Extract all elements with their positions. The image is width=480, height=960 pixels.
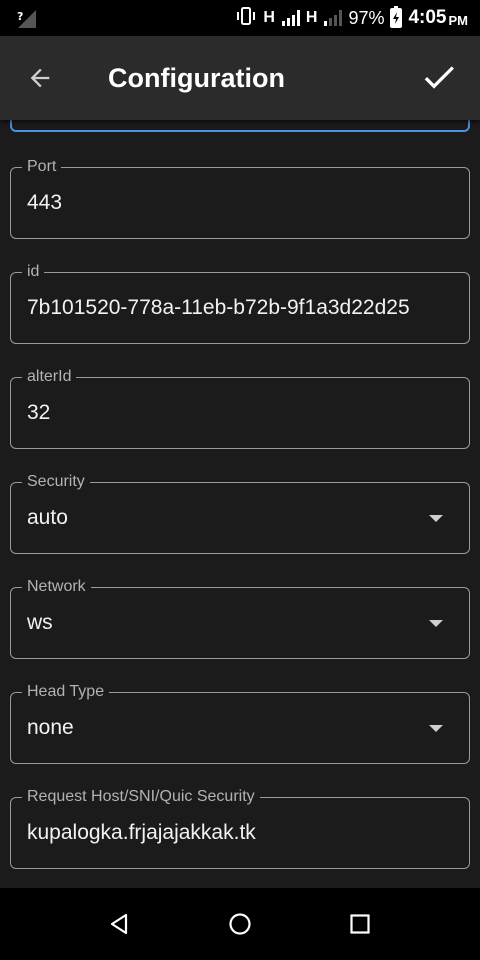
no-sim-signal-icon: ?	[16, 6, 38, 30]
port-label: Port	[22, 157, 62, 177]
clock-ampm: PM	[448, 12, 469, 28]
svg-text:?: ?	[17, 10, 23, 23]
alterid-field[interactable]: alterId 32	[10, 367, 470, 449]
network-label: Network	[22, 577, 91, 597]
arrow-back-icon	[30, 68, 50, 88]
app-bar: Configuration	[0, 36, 480, 120]
nav-recents-button[interactable]	[340, 904, 380, 944]
nav-back-button[interactable]	[100, 904, 140, 944]
vibrate-icon	[235, 5, 257, 32]
config-form: Port 443 id 7b101520-778a-11eb-b72b-9f1a…	[0, 120, 480, 888]
screen: ? H H 97% 4:05 PM Configuration Port 443…	[0, 0, 480, 960]
signal-strength-icon-2	[324, 10, 343, 26]
clock-time: 4:05	[408, 7, 447, 28]
confirm-button[interactable]	[416, 54, 462, 100]
navigation-bar	[0, 888, 480, 960]
network-type-2: H	[305, 9, 318, 26]
network-type-1: H	[263, 9, 275, 26]
network-value: ws	[27, 611, 53, 634]
security-select[interactable]: Security auto	[10, 472, 470, 554]
security-label: Security	[22, 472, 90, 492]
request-host-field[interactable]: Request Host/SNI/Quic Security kupalogka…	[10, 787, 470, 869]
id-value[interactable]: 7b101520-778a-11eb-b72b-9f1a3d22d25	[27, 293, 453, 323]
dropdown-arrow-icon[interactable]	[429, 620, 443, 627]
id-label: id	[22, 262, 45, 282]
signal-strength-icon-1	[281, 10, 300, 26]
check-icon	[424, 66, 454, 89]
previous-field-focused-edge[interactable]	[10, 120, 470, 132]
battery-percent: 97%	[348, 7, 385, 28]
page-title: Configuration	[108, 63, 285, 93]
network-select[interactable]: Network ws	[10, 577, 470, 659]
request-host-label: Request Host/SNI/Quic Security	[22, 787, 260, 807]
triangle-back-icon	[110, 913, 128, 935]
request-host-value[interactable]: kupalogka.frjajajakkak.tk	[27, 818, 453, 848]
port-field[interactable]: Port 443	[10, 157, 470, 239]
circle-home-icon	[229, 913, 251, 935]
nav-home-button[interactable]	[220, 904, 260, 944]
alterid-label: alterId	[22, 367, 77, 387]
security-value: auto	[27, 506, 68, 529]
head-type-select[interactable]: Head Type none	[10, 682, 470, 764]
dropdown-arrow-icon[interactable]	[429, 515, 443, 522]
port-value[interactable]: 443	[27, 188, 453, 218]
head-type-label: Head Type	[22, 682, 110, 702]
status-bar: ? H H 97% 4:05 PM	[0, 0, 480, 36]
dropdown-arrow-icon[interactable]	[429, 725, 443, 732]
id-field[interactable]: id 7b101520-778a-11eb-b72b-9f1a3d22d25	[10, 262, 470, 344]
battery-charging-icon	[390, 6, 403, 28]
square-recents-icon	[350, 914, 370, 934]
back-button[interactable]	[20, 58, 60, 98]
head-type-value: none	[27, 716, 74, 739]
alterid-value[interactable]: 32	[27, 398, 453, 428]
